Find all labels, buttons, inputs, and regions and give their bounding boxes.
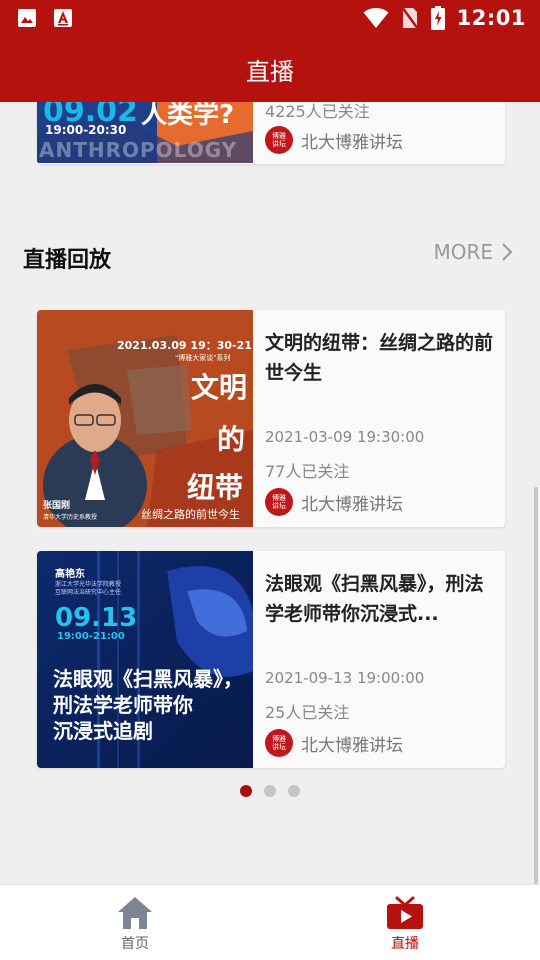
organizer: 博雅讲坛 北大博雅讲坛 bbox=[265, 729, 403, 757]
replay-title: 法眼观《扫黑风暴》，刑法学老师带你沉浸式... bbox=[265, 573, 484, 625]
live-tv-icon bbox=[387, 896, 423, 929]
nav-label-home: 首页 bbox=[121, 936, 149, 952]
bottom-navigation: 首页 直播 bbox=[0, 884, 540, 960]
no-sim-icon bbox=[400, 6, 419, 30]
more-label: MORE bbox=[433, 240, 493, 264]
app-root: 12:01 直播 09.02 人类学? 19:00-20:30 ANTHROPO… bbox=[0, 0, 540, 960]
chevron-right-icon bbox=[502, 243, 513, 261]
poster-time: 19:00-20:30 bbox=[45, 123, 127, 137]
replay-poster-thumbnail: 2021.03.09 19：30-21：00 "博雅大家谈"系列 文明 的 纽带… bbox=[37, 310, 253, 527]
app-header: 直播 bbox=[0, 36, 540, 102]
organizer-logo-text: 博雅讲坛 bbox=[272, 735, 286, 751]
replay-card[interactable]: 2021.03.09 19：30-21：00 "博雅大家谈"系列 文明 的 纽带… bbox=[37, 310, 505, 527]
scrollbar[interactable] bbox=[534, 487, 538, 884]
replay-date: 2021-03-09 19:30:00 bbox=[265, 428, 425, 446]
nav-item-live[interactable]: 直播 bbox=[270, 885, 540, 960]
live-content[interactable]: 09.02 人类学? 19:00-20:30 ANTHROPOLOGY 4225… bbox=[0, 102, 540, 884]
poster-headline-1: 文明 bbox=[191, 371, 248, 404]
poster-speaker-title: 清华大学历史系教授 bbox=[43, 514, 98, 521]
image-notification-icon bbox=[18, 9, 36, 27]
live-poster-thumbnail: 09.02 人类学? 19:00-20:30 ANTHROPOLOGY bbox=[37, 102, 253, 163]
wifi-icon bbox=[363, 8, 389, 28]
home-icon bbox=[118, 897, 152, 929]
poster-subtitle: 丝绸之路的前世今生 bbox=[141, 508, 240, 521]
poster-time: 19:00-21:00 bbox=[57, 631, 125, 642]
poster-headline-2: 的 bbox=[217, 423, 246, 456]
card-info: 法眼观《扫黑风暴》，刑法学老师带你沉浸式... 2021-09-13 19:00… bbox=[265, 551, 495, 768]
page-title: 直播 bbox=[246, 57, 294, 86]
organizer: 博雅讲坛 北大博雅讲坛 bbox=[265, 488, 403, 516]
follower-count: 77人已关注 bbox=[265, 462, 350, 481]
poster-series: "博雅大家谈"系列 bbox=[175, 354, 231, 362]
organizer-logo-text: 博雅讲坛 bbox=[272, 132, 286, 148]
poster-speaker-title-2: 互联网法治研究中心主任 bbox=[55, 589, 122, 596]
poster-datetime: 2021.03.09 19：30-21：00 bbox=[117, 339, 253, 352]
poster-speaker: 张国刚 bbox=[43, 501, 71, 511]
page-dot-3[interactable] bbox=[288, 785, 300, 797]
poster-text: 人类学? bbox=[141, 102, 235, 130]
nav-label-live: 直播 bbox=[391, 936, 419, 952]
organizer: 博雅讲坛 北大博雅讲坛 bbox=[265, 126, 403, 154]
pagination-dots bbox=[0, 785, 540, 797]
page-dot-1[interactable] bbox=[240, 785, 252, 797]
organizer-logo: 博雅讲坛 bbox=[265, 488, 293, 516]
poster-date: 09.13 bbox=[55, 603, 138, 633]
clock: 12:01 bbox=[456, 6, 526, 30]
replay-poster-thumbnail: 高艳东 浙江大学光华法学院教授 互联网法治研究中心主任 09.13 19:00-… bbox=[37, 551, 253, 768]
organizer-logo-text: 博雅讲坛 bbox=[272, 494, 286, 510]
live-card-partial[interactable]: 09.02 人类学? 19:00-20:30 ANTHROPOLOGY 4225… bbox=[37, 102, 505, 164]
font-notification-icon bbox=[54, 9, 72, 27]
poster-banner: ANTHROPOLOGY bbox=[39, 138, 238, 162]
card-info: 文明的纽带：丝绸之路的前世今生 2021-03-09 19:30:00 77人已… bbox=[265, 310, 495, 527]
more-button[interactable]: MORE bbox=[433, 240, 513, 264]
section-title: 直播回放 bbox=[23, 248, 112, 273]
organizer-logo: 博雅讲坛 bbox=[265, 729, 293, 757]
follower-count: 4225人已关注 bbox=[265, 102, 370, 121]
organizer-name: 北大博雅讲坛 bbox=[301, 494, 403, 515]
battery-charging-icon bbox=[430, 6, 445, 30]
nav-item-home[interactable]: 首页 bbox=[0, 885, 270, 960]
page-dot-2[interactable] bbox=[264, 785, 276, 797]
organizer-logo: 博雅讲坛 bbox=[265, 126, 293, 154]
replay-title: 文明的纽带：丝绸之路的前世今生 bbox=[265, 332, 494, 384]
replay-card[interactable]: 高艳东 浙江大学光华法学院教授 互联网法治研究中心主任 09.13 19:00-… bbox=[37, 551, 505, 768]
poster-headline-3: 沉浸式追剧 bbox=[53, 719, 153, 743]
organizer-name: 北大博雅讲坛 bbox=[301, 735, 403, 756]
poster-headline-3: 纽带 bbox=[187, 471, 244, 504]
follower-count: 25人已关注 bbox=[265, 703, 350, 722]
card-info: 4225人已关注 博雅讲坛 北大博雅讲坛 bbox=[265, 102, 495, 163]
poster-speaker: 高艳东 bbox=[55, 569, 85, 580]
status-bar: 12:01 bbox=[0, 0, 540, 36]
poster-headline-1: 法眼观《扫黑风暴》， bbox=[53, 667, 243, 691]
replay-date: 2021-09-13 19:00:00 bbox=[265, 669, 425, 687]
organizer-name: 北大博雅讲坛 bbox=[301, 132, 403, 153]
poster-headline-2: 刑法学老师带你 bbox=[53, 693, 193, 717]
